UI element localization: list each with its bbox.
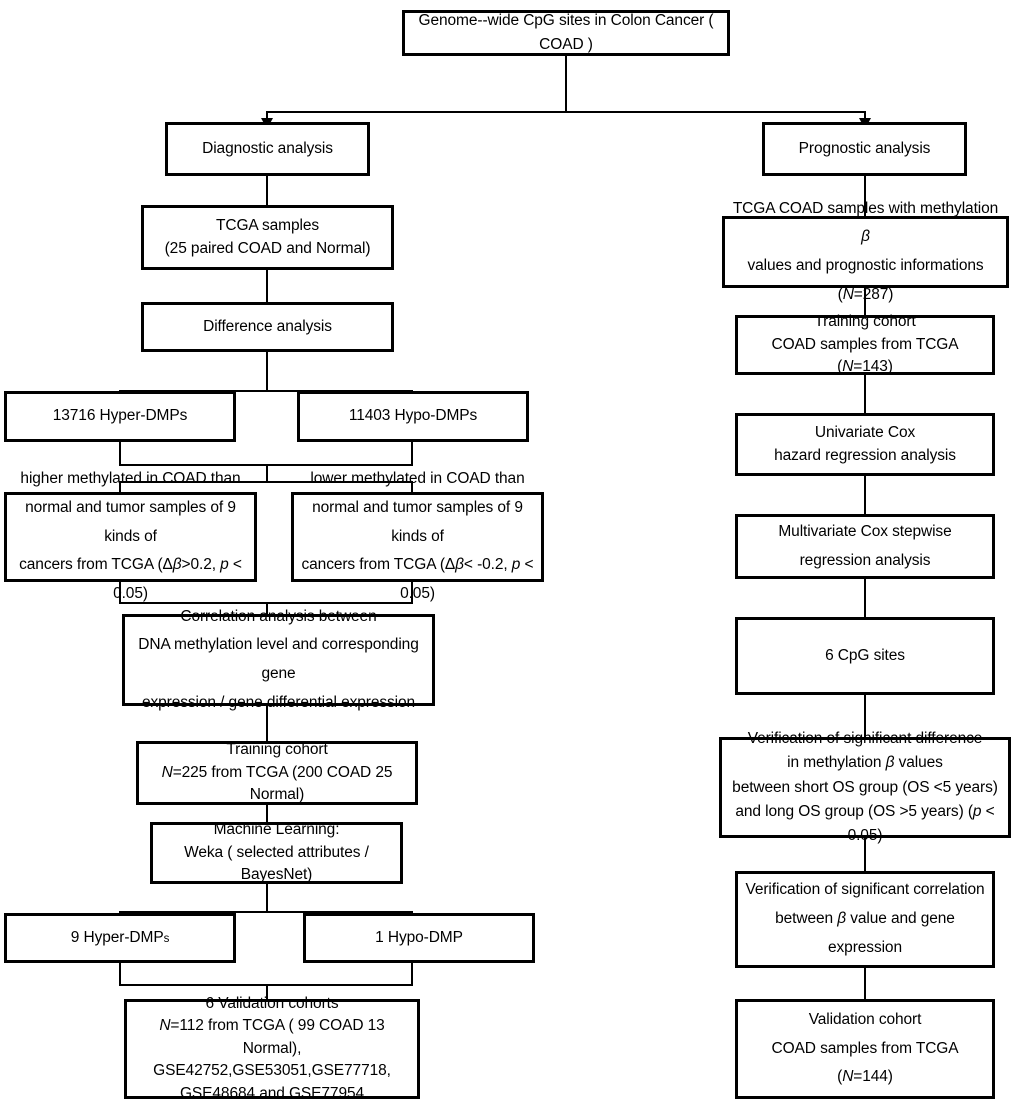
node-left-training-cohort-label: Training cohort N=225 from TCGA (200 COAD… — [161, 741, 393, 804]
node-validation-cohorts-label: 6 Validation cohorts N=112 from TCGA ( 99… — [153, 994, 391, 1102]
node-verify-correlation: Verification of significant correlation b… — [735, 871, 995, 968]
node-root: Genome--wide CpG sites in Colon Cancer (… — [402, 10, 730, 56]
node-machine-learning: Machine Learning: Weka ( selected attribu… — [150, 821, 403, 884]
node-univariate-cox: Univariate Cox hazard regression analysis — [735, 413, 995, 476]
flowchart-canvas: Genome--wide CpG sites in Colon Cancer (… — [0, 0, 1020, 1104]
node-difference-analysis-label: Difference analysis — [203, 317, 332, 335]
connector-root-split-bar — [266, 111, 866, 113]
node-left-training-cohort: Training cohort N=225 from TCGA (200 COAD… — [136, 741, 418, 805]
connector-root-stem — [565, 56, 567, 112]
node-right-training-cohort-label: Training cohort COAD samples from TCGA (N… — [771, 313, 959, 376]
node-right-validation-cohort: Validation cohort COAD samples from TCGA … — [735, 999, 995, 1099]
node-tcga-samples-label: TCGA samples (25 paired COAD and Normal) — [164, 217, 371, 257]
connector-l4-stem — [266, 464, 268, 482]
node-prognostic-analysis-label: Prognostic analysis — [798, 139, 931, 157]
node-tcga-samples: TCGA samples (25 paired COAD and Normal) — [141, 205, 394, 270]
node-hypo-dmps: 11403 Hypo-DMPs — [297, 391, 529, 442]
connector-r8 — [864, 968, 866, 1000]
node-multivariate-cox-label: Multivariate Cox stepwise regression anal… — [778, 522, 952, 569]
node-1-hypo-dmp: 1 Hypo-DMP — [303, 913, 535, 963]
node-9-hyper-dmps: 9 Hyper-DMPs — [4, 913, 236, 963]
node-right-validation-cohort-label: Validation cohort COAD samples from TCGA … — [771, 1010, 959, 1086]
node-tcga-coad-samples: TCGA COAD samples with methylation β valu… — [722, 200, 1009, 303]
connector-l9-stem — [266, 884, 268, 912]
node-machine-learning-label: Machine Learning: Weka ( selected attribu… — [184, 821, 369, 884]
connector-l10-right-up — [411, 963, 413, 985]
node-higher-methylated: higher methylated in COAD than normal and… — [4, 470, 257, 602]
node-validation-cohorts: 6 Validation cohorts N=112 from TCGA ( 99… — [124, 995, 420, 1102]
node-diagnostic-analysis: Diagnostic analysis — [165, 122, 370, 176]
connector-r3 — [864, 375, 866, 413]
node-root-label: Genome--wide CpG sites in Colon Cancer (… — [418, 11, 714, 53]
node-verify-difference-label: Verification of significant difference in… — [732, 730, 998, 844]
connector-r5 — [864, 579, 866, 617]
node-verify-correlation-label: Verification of significant correlation b… — [745, 881, 985, 956]
node-hyper-dmps: 13716 Hyper-DMPs — [4, 391, 236, 442]
node-lower-methylated-label: lower methylated in COAD than normal and … — [301, 470, 534, 603]
connector-l4-left-up — [119, 442, 121, 465]
node-hyper-dmps-label: 13716 Hyper-DMPs — [52, 407, 188, 425]
connector-l2 — [266, 270, 268, 302]
connector-l10-left-up — [119, 963, 121, 985]
connector-l4-right-up — [411, 442, 413, 465]
node-correlation-analysis-label: Correlation analysis between DNA methylat… — [138, 607, 419, 711]
node-verify-difference: Verification of significant difference in… — [719, 730, 1011, 844]
node-difference-analysis: Difference analysis — [141, 302, 394, 352]
node-cpg-sites-label: 6 CpG sites — [825, 646, 905, 664]
node-9-hyper-dmps-label: 9 Hyper-DMPs — [70, 928, 170, 946]
node-1-hypo-dmp-label: 1 Hypo-DMP — [375, 928, 463, 946]
node-higher-methylated-label: higher methylated in COAD than normal and… — [19, 470, 242, 603]
connector-l1 — [266, 176, 268, 205]
node-diagnostic-analysis-label: Diagnostic analysis — [202, 139, 333, 157]
connector-l3-stem — [266, 352, 268, 391]
node-hypo-dmps-label: 11403 Hypo-DMPs — [348, 407, 478, 425]
node-prognostic-analysis: Prognostic analysis — [762, 122, 967, 176]
node-lower-methylated: lower methylated in COAD than normal and … — [291, 470, 544, 602]
connector-r4 — [864, 476, 866, 514]
node-right-training-cohort: Training cohort COAD samples from TCGA (N… — [735, 313, 995, 375]
node-univariate-cox-label: Univariate Cox hazard regression analysis — [774, 424, 956, 464]
node-cpg-sites: 6 CpG sites — [735, 617, 995, 695]
node-correlation-analysis: Correlation analysis between DNA methylat… — [122, 608, 435, 711]
node-tcga-coad-samples-label: TCGA COAD samples with methylation β valu… — [732, 199, 999, 303]
node-multivariate-cox: Multivariate Cox stepwise regression anal… — [735, 514, 995, 579]
